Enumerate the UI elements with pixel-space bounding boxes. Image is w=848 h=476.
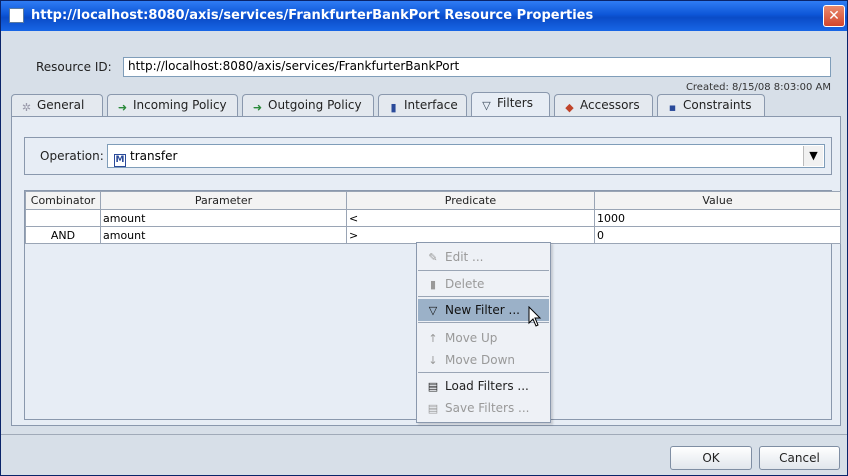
arrow-up-icon: ↑ [428, 332, 438, 345]
resource-id-label: Resource ID: [36, 60, 112, 74]
outgoing-arrow-icon: ➜ [252, 101, 263, 114]
operation-label: Operation: [40, 149, 104, 163]
ok-button[interactable]: OK [670, 446, 752, 470]
operation-group: Operation: Mtransfer ▼ [24, 137, 832, 175]
operation-icon: M [114, 154, 126, 167]
predicate-cell[interactable]: < [346, 209, 595, 227]
menu-item-save-filters[interactable]: ▤ Save Filters ... [418, 397, 549, 419]
interface-icon: ▮ [390, 101, 397, 114]
value-cell[interactable]: 0 [594, 226, 841, 244]
column-header[interactable]: Combinator [25, 191, 101, 210]
filter-icon: ▽ [482, 99, 491, 112]
menu-item-move-down[interactable]: ↓ Move Down [418, 349, 549, 371]
trash-icon: ▮ [429, 278, 437, 291]
menu-item-delete[interactable]: ▮ Delete [418, 273, 549, 295]
table-row[interactable]: AND amount > 0 [25, 226, 841, 244]
cancel-button[interactable]: Cancel [759, 446, 840, 470]
operation-select[interactable]: Mtransfer ▼ [107, 144, 825, 168]
tab-filters[interactable]: ▽ Filters [471, 92, 550, 116]
close-button[interactable]: ✕ [823, 5, 845, 27]
gear-icon: ✲ [21, 101, 32, 114]
tab-interface[interactable]: ▮ Interface [378, 94, 467, 116]
menu-item-load-filters[interactable]: ▤ Load Filters ... [418, 375, 549, 397]
app-icon [9, 8, 24, 23]
menu-separator [418, 296, 549, 297]
accessors-icon: ◆ [565, 101, 574, 114]
parameter-cell[interactable]: amount [100, 226, 347, 244]
table-row[interactable]: amount < 1000 [25, 209, 841, 227]
footer-divider [1, 434, 847, 435]
column-header[interactable]: Value [594, 191, 841, 210]
mouse-cursor-icon [528, 305, 542, 331]
load-icon: ▤ [427, 380, 439, 393]
tab-outgoing-policy[interactable]: ➜ Outgoing Policy [242, 94, 374, 116]
tab-general[interactable]: ✲ General [11, 94, 103, 116]
context-menu: ✎ Edit ... ▮ Delete ▽ New Filter ... ↑ Move … [416, 242, 551, 423]
menu-separator [418, 372, 549, 373]
new-filter-icon: ▽ [428, 304, 438, 317]
tab-accessors[interactable]: ◆ Accessors [554, 94, 653, 116]
column-header[interactable]: Parameter [100, 191, 347, 210]
operation-selected: Mtransfer [114, 149, 178, 167]
arrow-down-icon: ↓ [428, 354, 438, 367]
parameter-cell[interactable]: amount [100, 209, 347, 227]
created-timestamp: Created: 8/15/08 8:03:00 AM [685, 82, 831, 93]
predicate-cell[interactable]: > [346, 226, 595, 244]
chevron-down-icon[interactable]: ▼ [803, 146, 823, 166]
save-icon: ▤ [427, 402, 439, 415]
title-bar[interactable]: http://localhost:8080/axis/services/Fran… [1, 1, 847, 31]
tab-constraints[interactable]: ▪ Constraints [657, 94, 765, 116]
constraints-icon: ▪ [668, 101, 677, 114]
incoming-arrow-icon: ➜ [117, 101, 128, 114]
combinator-cell[interactable] [25, 209, 101, 227]
tab-incoming-policy[interactable]: ➜ Incoming Policy [107, 94, 238, 116]
combinator-cell[interactable]: AND [25, 226, 101, 244]
table-header: Combinator Parameter Predicate Value [25, 191, 841, 210]
column-header[interactable]: Predicate [346, 191, 595, 210]
menu-separator [418, 270, 549, 271]
window-title: http://localhost:8080/axis/services/Fran… [31, 8, 594, 23]
resource-id-field[interactable]: http://localhost:8080/axis/services/Fran… [123, 57, 831, 77]
pencil-icon: ✎ [428, 251, 438, 264]
menu-item-edit[interactable]: ✎ Edit ... [418, 246, 549, 268]
value-cell[interactable]: 1000 [594, 209, 841, 227]
resource-properties-dialog: http://localhost:8080/axis/services/Fran… [0, 0, 848, 476]
